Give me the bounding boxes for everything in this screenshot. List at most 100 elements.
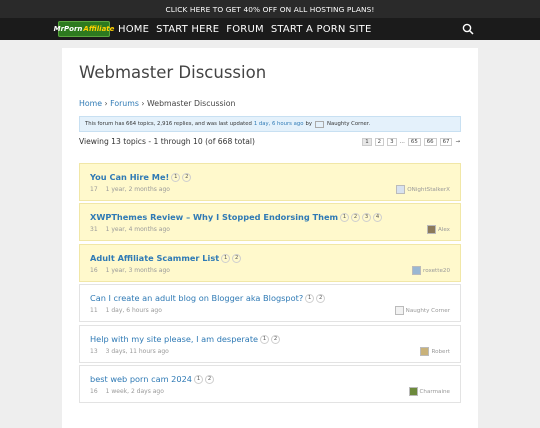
topic-title-link[interactable]: Help with my site please, I am desperate… (90, 334, 281, 344)
sticky-topic-row: You Can Hire Me! 1 2 17 1 year, 2 months ago… (79, 163, 461, 201)
breadcrumb: Home › Forums › Webmaster Discussion (79, 99, 235, 108)
topic-last-user[interactable]: Charmaine (408, 387, 451, 396)
notice-by: by (305, 121, 312, 127)
page-65[interactable]: 65 (407, 138, 421, 146)
user-avatar-icon (314, 120, 324, 128)
topic-page-link[interactable]: 2 (271, 335, 281, 344)
nav-start-here[interactable]: START HERE (156, 24, 219, 35)
topic-page-link[interactable]: 2 (232, 254, 242, 263)
topic-freshness-link[interactable]: 1 year, 4 months ago (106, 226, 170, 233)
page-1: 1 (362, 138, 372, 146)
nav-start-a-porn-site[interactable]: START A PORN SITE (271, 24, 372, 35)
notice-prefix: This forum has 664 topics, 2,916 replies… (85, 121, 252, 127)
topic-page-link[interactable]: 1 (194, 375, 203, 384)
topic-meta: 17 1 year, 2 months ago (90, 186, 170, 193)
topic-last-user[interactable]: Robert (420, 347, 450, 356)
notice-user[interactable]: Naughty Corner. (327, 121, 370, 127)
topic-page-link[interactable]: 2 (316, 294, 326, 303)
topic-last-user-name[interactable]: roxette20 (423, 268, 450, 274)
breadcrumb-forums[interactable]: Forums (110, 99, 139, 108)
topic-reply-count: 16 (90, 267, 98, 274)
topic-page-link[interactable]: 3 (362, 213, 372, 222)
topic-title-link[interactable]: XWPThemes Review – Why I Stopped Endorsi… (90, 212, 383, 222)
topic-title-link[interactable]: You Can Hire Me! 1 2 (90, 172, 192, 182)
breadcrumb-home[interactable]: Home (79, 99, 102, 108)
topic-title-text[interactable]: You Can Hire Me! (90, 172, 169, 182)
topic-meta: 31 1 year, 4 months ago (90, 226, 170, 233)
promo-text[interactable]: CLICK HERE TO GET 40% OFF ON ALL HOSTING… (166, 5, 375, 14)
topic-meta: 11 1 day, 6 hours ago (90, 307, 162, 314)
topic-last-user[interactable]: Naughty Corner (394, 306, 450, 315)
topic-last-user[interactable]: ONightStalkerX (396, 185, 450, 194)
content-card: Webmaster Discussion Home › Forums › Web… (62, 48, 478, 428)
topic-page-link[interactable]: 2 (182, 173, 192, 182)
user-avatar-icon (396, 185, 406, 194)
topic-meta: 16 1 week, 2 days ago (90, 388, 164, 395)
topic-page-link[interactable]: 1 (260, 335, 270, 344)
promo-banner[interactable]: CLICK HERE TO GET 40% OFF ON ALL HOSTING… (0, 0, 540, 18)
topic-last-user-name[interactable]: Robert (431, 349, 450, 355)
topic-title-link[interactable]: best web porn cam 2024 1 2 (90, 374, 214, 384)
topic-title-text[interactable]: best web porn cam 2024 (90, 374, 192, 384)
topic-page-link[interactable]: 2 (351, 213, 361, 222)
topic-title-text[interactable]: Adult Affiliate Scammer List (90, 253, 219, 263)
logo-main: MrPorn (53, 25, 83, 33)
topic-count: Viewing 13 topics - 1 through 10 (of 668… (79, 137, 256, 146)
nav-home[interactable]: HOME (118, 24, 149, 35)
topic-last-user-name[interactable]: Charmaine (420, 389, 451, 395)
topic-last-user-name[interactable]: Alex (438, 227, 450, 233)
topic-page-link[interactable]: 4 (373, 213, 383, 222)
page-title: Webmaster Discussion (79, 63, 267, 82)
user-avatar-icon (426, 225, 436, 234)
topic-last-user-name[interactable]: Naughty Corner (406, 308, 450, 314)
page-3[interactable]: 3 (387, 138, 397, 146)
breadcrumb-current: Webmaster Discussion (147, 99, 236, 108)
topic-page-link[interactable]: 2 (205, 375, 214, 384)
main-nav: MrPorn Affiliate HOME START HERE FORUM ST… (0, 18, 540, 40)
topic-page-link[interactable]: 1 (221, 254, 231, 263)
breadcrumb-separator: › (141, 99, 145, 108)
notice-last-updated-link[interactable]: 1 day, 6 hours ago (254, 121, 304, 127)
topic-freshness-link[interactable]: 1 week, 2 days ago (106, 388, 164, 395)
search-icon[interactable] (462, 23, 474, 35)
page-66[interactable]: 66 (423, 138, 437, 146)
nav-forum[interactable]: FORUM (226, 24, 264, 35)
topic-title-link[interactable]: Can I create an adult blog on Blogger ak… (90, 293, 326, 303)
topic-reply-count: 31 (90, 226, 98, 233)
topic-row: Help with my site please, I am desperate… (79, 325, 461, 363)
next-page-arrow[interactable]: → (455, 139, 460, 145)
topic-reply-count: 17 (90, 186, 98, 193)
topic-page-link[interactable]: 1 (305, 294, 315, 303)
topic-reply-count: 11 (90, 307, 98, 314)
user-avatar-icon (394, 306, 404, 315)
topic-freshness-link[interactable]: 1 year, 3 months ago (106, 267, 170, 274)
user-avatar-icon (412, 266, 422, 275)
breadcrumb-separator: › (104, 99, 108, 108)
topic-freshness-link[interactable]: 3 days, 11 hours ago (106, 348, 169, 355)
topic-title-text[interactable]: Help with my site please, I am desperate (90, 334, 258, 344)
page-ellipsis: … (399, 139, 405, 145)
sticky-topic-row: XWPThemes Review – Why I Stopped Endorsi… (79, 203, 461, 241)
topic-page-link[interactable]: 1 (340, 213, 350, 222)
topic-title-text[interactable]: Can I create an adult blog on Blogger ak… (90, 293, 303, 303)
topic-page-link[interactable]: 1 (171, 173, 181, 182)
topic-reply-count: 16 (90, 388, 98, 395)
logo-sub: Affiliate (83, 25, 115, 33)
topic-freshness-link[interactable]: 1 day, 6 hours ago (106, 307, 162, 314)
topic-last-user[interactable]: Alex (426, 225, 450, 234)
topic-meta: 13 3 days, 11 hours ago (90, 348, 169, 355)
site-logo[interactable]: MrPorn Affiliate (54, 21, 114, 37)
topic-row: Can I create an adult blog on Blogger ak… (79, 284, 461, 322)
topic-row: best web porn cam 2024 1 2 16 1 week, 2 days… (79, 365, 461, 403)
topic-title-link[interactable]: Adult Affiliate Scammer List 1 2 (90, 253, 242, 263)
topic-freshness-link[interactable]: 1 year, 2 months ago (106, 186, 170, 193)
page-67[interactable]: 67 (439, 138, 453, 146)
page-2[interactable]: 2 (374, 138, 385, 146)
topic-title-text[interactable]: XWPThemes Review – Why I Stopped Endorsi… (90, 212, 338, 222)
forum-info-notice: This forum has 664 topics, 2,916 replies… (79, 116, 461, 132)
topic-reply-count: 13 (90, 348, 98, 355)
topic-last-user[interactable]: roxette20 (412, 266, 450, 275)
topic-last-user-name[interactable]: ONightStalkerX (407, 187, 450, 193)
sticky-topic-row: Adult Affiliate Scammer List 1 2 16 1 year, … (79, 244, 461, 282)
user-avatar-icon (408, 387, 418, 396)
